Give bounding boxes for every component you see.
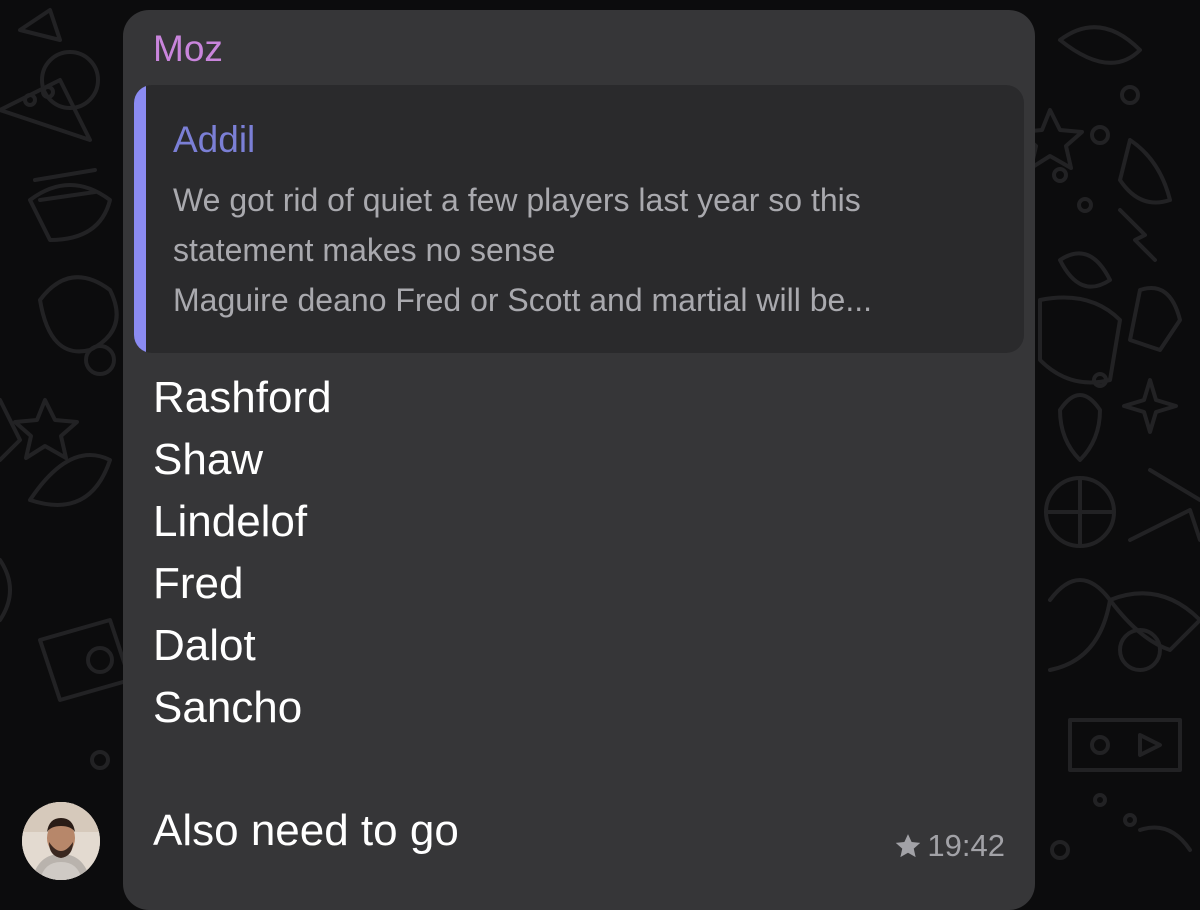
message-line: Rashford [153,373,332,422]
avatar-photo [22,802,100,880]
message-line: Also need to go [153,806,459,855]
reply-quote-text: We got rid of quiet a few players last y… [173,175,1013,325]
reply-quote-line: Maguire deano Fred or Scott and martial … [173,282,872,318]
reply-quote-author: Addil [173,119,256,160]
avatar[interactable] [22,802,100,880]
message-bubble[interactable]: Moz Addil We got rid of quiet a few play… [123,10,1035,910]
message-line: Shaw [153,435,264,484]
reply-quote-bar [134,85,146,353]
reply-quote[interactable]: Addil We got rid of quiet a few players … [134,85,1024,353]
message-meta: 19:42 [893,828,1005,864]
star-icon [896,834,921,858]
message-line: Lindelof [153,497,308,546]
sender-name[interactable]: Moz [153,30,223,67]
message-line: Dalot [153,621,256,670]
message-text: Rashford Shaw Lindelof Fred Dalot Sancho [153,367,332,739]
reply-quote-line: statement makes no sense [173,232,556,268]
message-time: 19:42 [927,828,1005,863]
message-line: Sancho [153,683,303,732]
message-line: Fred [153,559,244,608]
reply-quote-line: We got rid of quiet a few players last y… [173,182,861,218]
